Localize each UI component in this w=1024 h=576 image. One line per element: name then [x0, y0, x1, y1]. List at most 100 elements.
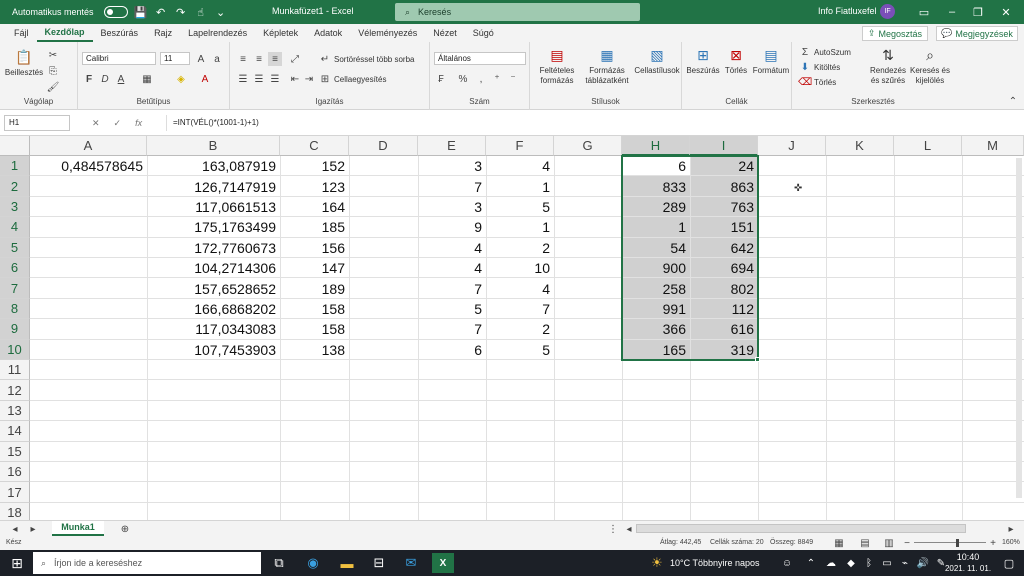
row-header-3[interactable]: 3 [0, 196, 30, 218]
redo-icon[interactable]: ↷ [174, 5, 188, 19]
cell-i2[interactable]: 863 [690, 176, 758, 196]
cell-i8[interactable]: 112 [690, 299, 758, 319]
row-header-1[interactable]: 1 [0, 156, 30, 177]
save-icon[interactable]: 💾 [134, 5, 148, 19]
column-header-b[interactable]: B [147, 136, 280, 156]
italic-button[interactable]: D [98, 72, 112, 86]
paste-button[interactable]: 📋 Beillesztés [4, 48, 44, 78]
bold-button[interactable]: F [82, 72, 96, 86]
clear-button[interactable]: Törlés [814, 78, 836, 87]
zoom-slider[interactable] [914, 542, 986, 543]
clock-time[interactable]: 10:40 [948, 552, 988, 562]
cell-h8[interactable]: 991 [622, 299, 690, 319]
increase-font-icon[interactable]: A [194, 52, 208, 66]
sort-filter-button[interactable]: ⇅ Rendezés és szűrés [868, 46, 908, 86]
cell-h6[interactable]: 900 [622, 258, 690, 278]
clock-date[interactable]: 2021. 11. 01. [938, 564, 998, 573]
fill-color-icon[interactable]: ◈ [174, 72, 188, 86]
row-header-13[interactable]: 13 [0, 400, 30, 422]
copy-icon[interactable]: ⎘ [46, 64, 60, 78]
cell-e10[interactable]: 6 [418, 340, 486, 360]
cell-h5[interactable]: 54 [622, 238, 690, 258]
cell-f7[interactable]: 4 [486, 278, 554, 298]
cell-h2[interactable]: 833 [622, 176, 690, 196]
row-header-6[interactable]: 6 [0, 258, 30, 279]
normal-view-icon[interactable]: ▦ [832, 536, 846, 550]
cell-b2[interactable]: 126,7147919 [147, 176, 280, 196]
autosum-button[interactable]: AutoSzum [814, 48, 851, 57]
format-as-table-button[interactable]: ▦ Formázás táblázatként [582, 46, 632, 86]
mail-icon[interactable]: ✉ [400, 553, 422, 573]
row-header-10[interactable]: 10 [0, 339, 30, 360]
cell-e5[interactable]: 4 [418, 238, 486, 258]
cell-e1[interactable]: 3 [418, 156, 486, 176]
search-box[interactable]: ⌕ Keresés [395, 3, 640, 21]
task-view-icon[interactable]: ⧉ [268, 553, 290, 573]
cell-f4[interactable]: 1 [486, 217, 554, 237]
cell-b10[interactable]: 107,7453903 [147, 340, 280, 360]
windows-start-icon[interactable]: ⊞ [6, 553, 28, 573]
vertical-scrollbar[interactable] [1016, 158, 1022, 498]
tab-view[interactable]: Nézet [425, 28, 465, 38]
sheet-tab-munka1[interactable]: Munka1 [52, 521, 104, 536]
cell-c5[interactable]: 156 [280, 238, 349, 258]
zoom-level[interactable]: 160% [1002, 539, 1020, 546]
format-cells-button[interactable]: ▤ Formátum [752, 46, 790, 76]
row-header-17[interactable]: 17 [0, 482, 30, 503]
status-sum[interactable]: Összeg: 8849 [770, 539, 813, 546]
font-color-icon[interactable]: A [198, 72, 212, 86]
fill-button[interactable]: Kitöltés [814, 63, 840, 72]
cell-f6[interactable]: 10 [486, 258, 554, 278]
align-left-icon[interactable]: ☰ [236, 72, 250, 86]
undo-icon[interactable]: ↶ [154, 5, 168, 19]
row-header-7[interactable]: 7 [0, 278, 30, 299]
cell-i7[interactable]: 802 [690, 278, 758, 298]
edge-icon[interactable]: ◉ [302, 553, 324, 573]
column-header-l[interactable]: L [894, 136, 962, 156]
cell-e2[interactable]: 7 [418, 176, 486, 196]
cell-b5[interactable]: 172,7760673 [147, 238, 280, 258]
cell-h7[interactable]: 258 [622, 278, 690, 298]
taskbar-search[interactable]: ⌕ Írjon ide a kereséshez [33, 552, 261, 574]
fill-handle[interactable] [755, 357, 760, 362]
page-break-icon[interactable]: ▥ [882, 536, 896, 550]
row-header-11[interactable]: 11 [0, 360, 30, 381]
cell-f2[interactable]: 1 [486, 176, 554, 196]
cell-c4[interactable]: 185 [280, 217, 349, 237]
cell-i1[interactable]: 24 [690, 156, 758, 176]
close-icon[interactable]: ✕ [986, 0, 1024, 24]
tab-page-layout[interactable]: Lapelrendezés [180, 28, 255, 38]
increase-decimal-icon[interactable]: ⁺ [490, 72, 504, 86]
cell-f9[interactable]: 2 [486, 319, 554, 339]
tab-file[interactable]: Fájl [6, 28, 37, 38]
user-name[interactable]: Info Fiatluxefel [818, 6, 877, 16]
number-format-select[interactable]: Általános [434, 52, 526, 65]
avatar[interactable]: IF [880, 4, 895, 19]
column-header-a[interactable]: A [30, 136, 147, 156]
tray-expand-icon[interactable]: ⌃ [800, 553, 822, 573]
autosave-toggle[interactable] [103, 6, 128, 18]
zoom-out-icon[interactable]: − [900, 536, 914, 550]
tab-data[interactable]: Adatok [306, 28, 350, 38]
column-header-f[interactable]: F [486, 136, 554, 156]
currency-icon[interactable]: ₣ [434, 72, 448, 86]
cell-c10[interactable]: 138 [280, 340, 349, 360]
row-header-2[interactable]: 2 [0, 176, 30, 197]
status-average[interactable]: Átlag: 442,45 [660, 539, 701, 546]
font-size-select[interactable]: 11 [160, 52, 190, 65]
font-name-select[interactable]: Calibri [82, 52, 156, 65]
column-header-k[interactable]: K [826, 136, 894, 156]
tab-home[interactable]: Kezdőlap [36, 24, 93, 42]
tab-help[interactable]: Súgó [465, 28, 502, 38]
cell-b9[interactable]: 117,0343083 [147, 319, 280, 339]
cell-e8[interactable]: 5 [418, 299, 486, 319]
align-right-icon[interactable]: ☰ [268, 72, 282, 86]
cell-h4[interactable]: 1 [622, 217, 690, 237]
borders-icon[interactable]: ▦ [140, 72, 154, 86]
merge-icon[interactable]: ⊞ [318, 72, 332, 86]
wrap-text-icon[interactable]: ↵ [318, 52, 332, 66]
column-header-j[interactable]: J [758, 136, 826, 156]
select-all-corner[interactable] [0, 136, 30, 156]
column-header-c[interactable]: C [280, 136, 349, 156]
worksheet-grid[interactable]: 1 2 3 4 5 6 7 8 9 10 11 12 13 14 15 16 17 18 A B C D E F G H I J K L M… [0, 136, 1024, 524]
